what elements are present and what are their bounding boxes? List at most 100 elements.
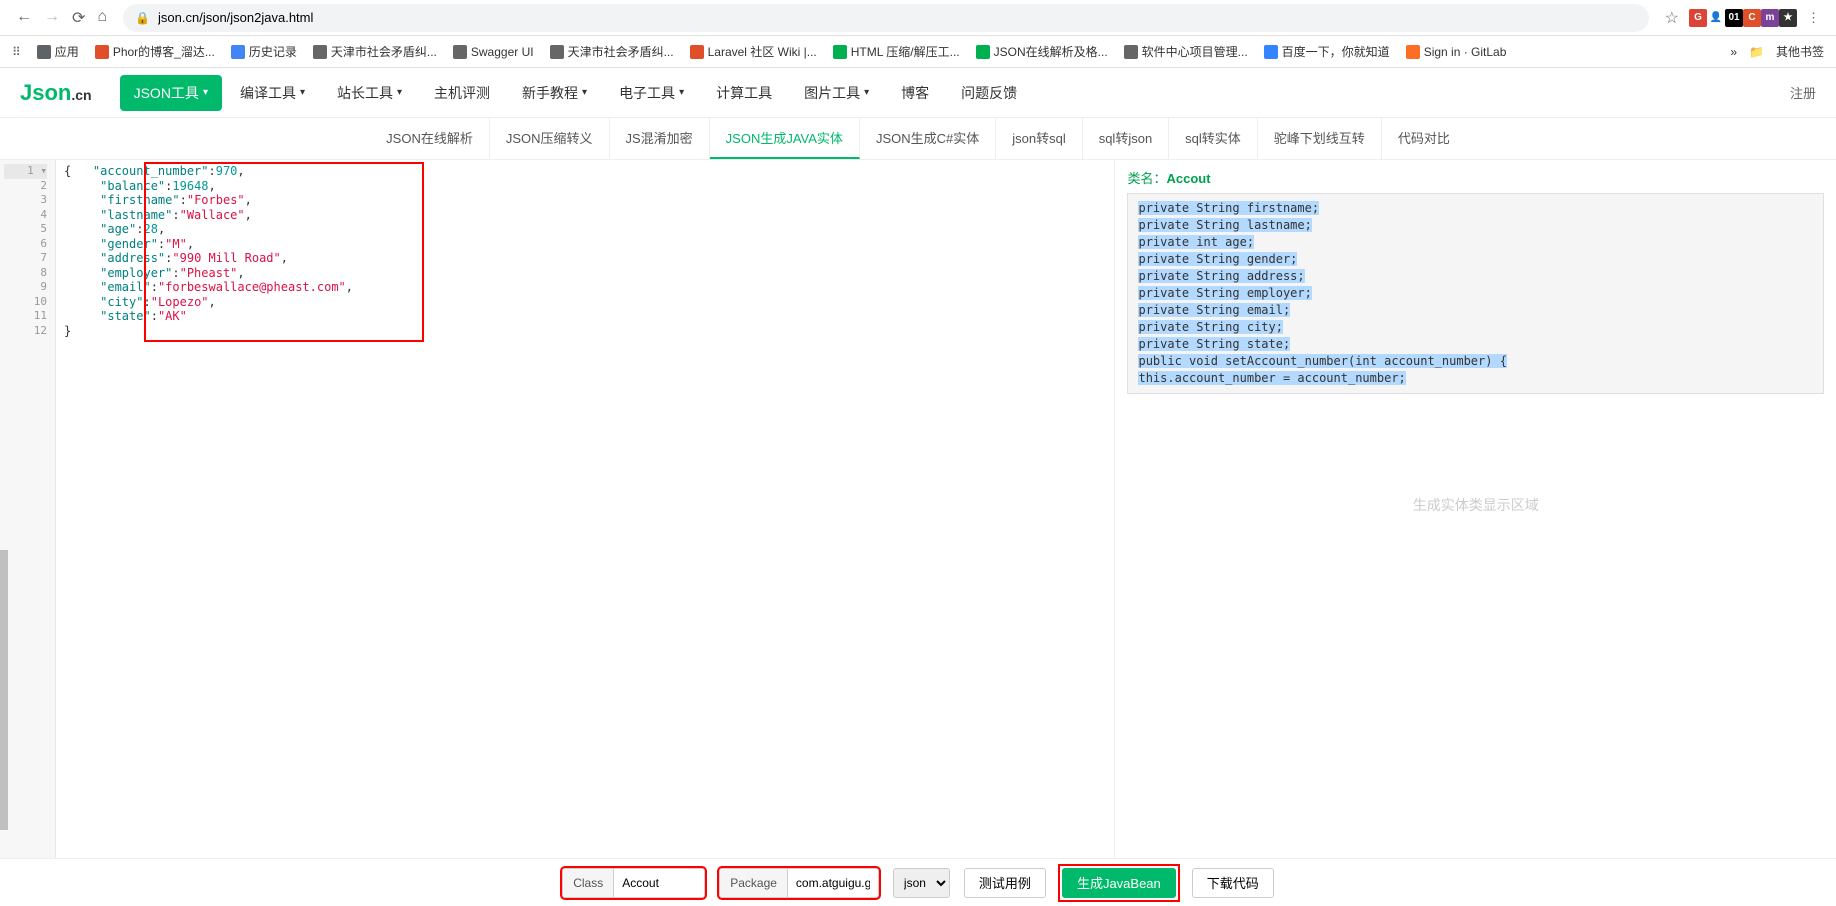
output-placeholder: 生成实体类显示区域 [1115, 495, 1836, 515]
nav-item[interactable]: 主机评测 [420, 75, 504, 111]
java-line: private String city; [1138, 320, 1283, 334]
nav-item[interactable]: 计算工具 [702, 75, 786, 111]
java-output[interactable]: private String firstname; private String … [1127, 193, 1824, 394]
line-number: 11 [4, 309, 47, 324]
format-select[interactable]: json [893, 868, 950, 898]
site-logo[interactable]: Json.cn [20, 80, 92, 106]
download-button[interactable]: 下载代码 [1192, 868, 1274, 898]
menu-icon[interactable]: ⋮ [1807, 10, 1820, 26]
url-input[interactable] [158, 10, 1637, 25]
bookmarks-overflow[interactable]: » [1730, 45, 1737, 59]
java-line: private String state; [1138, 337, 1290, 351]
json-editor[interactable]: { "account_number":970, "balance":19648,… [56, 160, 1114, 858]
sub-tab[interactable]: 驼峰下划线互转 [1258, 118, 1382, 159]
line-number: 4 [4, 208, 47, 223]
bookmark-favicon [313, 45, 327, 59]
scrollbar[interactable] [0, 550, 8, 830]
sub-tab[interactable]: JSON生成C#实体 [860, 118, 996, 159]
apps-icon[interactable]: ⠿ [12, 45, 21, 59]
extension-icons: ☆ G👤01Cm★ ⋮ [1657, 8, 1828, 28]
sub-tab[interactable]: JSON生成JAVA实体 [710, 118, 860, 159]
bookmark-item[interactable]: HTML 压缩/解压工... [833, 43, 960, 60]
line-number: 7 [4, 251, 47, 266]
bookmark-item[interactable]: 历史记录 [231, 43, 297, 60]
bookmark-favicon [976, 45, 990, 59]
sub-tab[interactable]: sql转实体 [1169, 118, 1258, 159]
nav-item[interactable]: 编译工具▾ [226, 75, 319, 111]
line-number: 6 [4, 237, 47, 252]
bookmark-favicon [453, 45, 467, 59]
java-line: private int age; [1138, 235, 1254, 249]
bookmark-item[interactable]: Phor的博客_溜达... [95, 43, 215, 60]
bookmark-item[interactable]: Swagger UI [453, 45, 534, 59]
lock-icon: 🔒 [135, 11, 150, 25]
register-link[interactable]: 注册 [1790, 83, 1816, 102]
bookmark-item[interactable]: JSON在线解析及格... [976, 43, 1108, 60]
package-input[interactable] [788, 869, 878, 897]
caret-icon: ▾ [864, 87, 869, 98]
nav-arrows: ← → ⟳ ⌂ [8, 8, 115, 28]
bookmark-item[interactable]: 应用 [37, 43, 79, 60]
extension-icon[interactable]: G [1689, 9, 1707, 27]
test-case-button[interactable]: 测试用例 [964, 868, 1046, 898]
home-button[interactable]: ⌂ [97, 8, 107, 28]
reload-button[interactable]: ⟳ [72, 8, 85, 28]
main-content: 1 ▾23456789101112 { "account_number":970… [0, 160, 1836, 858]
line-number: 10 [4, 295, 47, 310]
bookmark-favicon [690, 45, 704, 59]
package-label: Package [720, 869, 788, 897]
bookmark-item[interactable]: Sign in · GitLab [1406, 45, 1507, 59]
sub-tab[interactable]: JSON压缩转义 [490, 118, 610, 159]
sub-tab[interactable]: sql转json [1083, 118, 1169, 159]
line-number: 5 [4, 222, 47, 237]
java-line: private String email; [1138, 303, 1290, 317]
back-button[interactable]: ← [16, 8, 32, 28]
extension-icon[interactable]: m [1761, 9, 1779, 27]
caret-icon: ▾ [582, 87, 587, 98]
java-line: private String gender; [1138, 252, 1297, 266]
nav-item[interactable]: 新手教程▾ [508, 75, 601, 111]
browser-toolbar: ← → ⟳ ⌂ 🔒 ☆ G👤01Cm★ ⋮ [0, 0, 1836, 36]
nav-item[interactable]: 问题反馈 [947, 75, 1031, 111]
bookmark-favicon [231, 45, 245, 59]
bookmark-item[interactable]: 百度一下，你就知道 [1264, 43, 1390, 60]
nav-item[interactable]: JSON工具▾ [120, 75, 222, 111]
bookmark-favicon [550, 45, 564, 59]
java-line: private String address; [1138, 269, 1304, 283]
extension-icon[interactable]: ★ [1779, 9, 1797, 27]
bookmark-item[interactable]: 天津市社会矛盾纠... [313, 43, 437, 60]
line-number: 2 [4, 179, 47, 194]
extension-icon[interactable]: 👤 [1707, 9, 1725, 27]
forward-button[interactable]: → [44, 8, 60, 28]
java-line: this.account_number = account_number; [1138, 371, 1405, 385]
sub-tab[interactable]: 代码对比 [1382, 118, 1466, 159]
nav-item[interactable]: 站长工具▾ [323, 75, 416, 111]
sub-tab[interactable]: json转sql [996, 118, 1082, 159]
output-panel: 类名：Accout private String firstname;priva… [1114, 160, 1836, 858]
class-label: Class [563, 869, 614, 897]
sub-tab[interactable]: JS混淆加密 [610, 118, 710, 159]
bookmark-item[interactable]: 软件中心项目管理... [1124, 43, 1248, 60]
class-title: 类名：Accout [1127, 168, 1824, 187]
class-input[interactable] [614, 869, 704, 897]
java-line: private String firstname; [1138, 201, 1319, 215]
caret-icon: ▾ [679, 87, 684, 98]
url-bar[interactable]: 🔒 [123, 4, 1649, 32]
nav-item[interactable]: 图片工具▾ [790, 75, 883, 111]
other-bookmarks[interactable]: 其他书签 [1776, 43, 1824, 60]
generate-button[interactable]: 生成JavaBean [1062, 868, 1176, 898]
nav-item[interactable]: 博客 [887, 75, 943, 111]
extension-icon[interactable]: 01 [1725, 9, 1743, 27]
extension-icon[interactable]: C [1743, 9, 1761, 27]
bookmark-favicon [1264, 45, 1278, 59]
site-nav: Json.cn JSON工具▾编译工具▾站长工具▾主机评测新手教程▾电子工具▾计… [0, 68, 1836, 118]
bookmark-item[interactable]: 天津市社会矛盾纠... [550, 43, 674, 60]
bookmark-item[interactable]: Laravel 社区 Wiki |... [690, 43, 817, 60]
sub-tabs: JSON在线解析JSON压缩转义JS混淆加密JSON生成JAVA实体JSON生成… [0, 118, 1836, 160]
star-icon[interactable]: ☆ [1665, 8, 1679, 28]
nav-item[interactable]: 电子工具▾ [605, 75, 698, 111]
sub-tab[interactable]: JSON在线解析 [370, 118, 490, 159]
line-number: 9 [4, 280, 47, 295]
bookmark-favicon [37, 45, 51, 59]
class-input-group: Class [562, 868, 705, 898]
